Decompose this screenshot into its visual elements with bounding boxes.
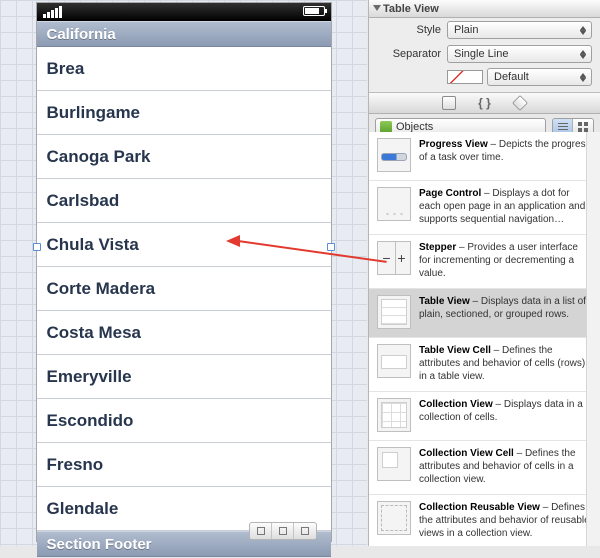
object-library[interactable]: Progress View – Depicts the progress of …	[369, 132, 600, 546]
align-tool-icon[interactable]	[250, 523, 272, 539]
signal-icon	[43, 6, 62, 18]
library-item[interactable]: Collection Reusable View – Defines the a…	[369, 495, 600, 546]
inspector-section-header[interactable]: Table View	[369, 0, 600, 18]
table-row[interactable]: Costa Mesa	[37, 311, 331, 355]
library-item-thumb	[377, 241, 411, 275]
style-popup[interactable]: Plain	[447, 21, 592, 39]
popup-arrows-icon	[577, 47, 589, 61]
popup-arrows-icon	[577, 70, 589, 84]
library-item-text: Table View Cell – Defines the attributes…	[419, 344, 592, 383]
separator-color-value: Default	[494, 71, 529, 83]
table-row[interactable]: Canoga Park	[37, 135, 331, 179]
file-templates-tab-icon[interactable]	[442, 96, 456, 110]
table-row[interactable]: Emeryville	[37, 355, 331, 399]
objects-tab-icon[interactable]	[512, 95, 528, 111]
separator-color-swatch[interactable]	[447, 70, 483, 84]
status-bar	[37, 3, 331, 21]
library-item[interactable]: Collection View – Displays data in a col…	[369, 392, 600, 441]
library-item-thumb	[377, 501, 411, 535]
pin-tool-icon[interactable]	[272, 523, 294, 539]
library-item-text: Stepper – Provides a user interface for …	[419, 241, 592, 280]
style-value: Plain	[454, 24, 478, 36]
selection-handle[interactable]	[33, 243, 41, 251]
library-item[interactable]: Stepper – Provides a user interface for …	[369, 235, 600, 289]
table-row[interactable]: Chula Vista	[37, 223, 331, 267]
table-row[interactable]: Brea	[37, 47, 331, 91]
separator-value: Single Line	[454, 48, 508, 60]
library-item-text: Progress View – Depicts the progress of …	[419, 138, 592, 172]
library-item-thumb	[377, 138, 411, 172]
resolve-tool-icon[interactable]	[294, 523, 316, 539]
code-snippets-tab-icon[interactable]: { }	[478, 96, 491, 110]
section-header: California	[37, 21, 331, 47]
library-item-text: Page Control – Displays a dot for each o…	[419, 187, 592, 226]
cube-icon	[380, 121, 392, 133]
battery-icon	[303, 6, 325, 16]
library-item[interactable]: Collection View Cell – Defines the attri…	[369, 441, 600, 495]
table-row[interactable]: Escondido	[37, 399, 331, 443]
iphone-simulator-frame[interactable]: California BreaBurlingameCanoga ParkCarl…	[36, 2, 332, 542]
separator-color-popup[interactable]: Default	[487, 68, 592, 86]
library-item[interactable]: Table View Cell – Defines the attributes…	[369, 338, 600, 392]
table-row[interactable]: Carlsbad	[37, 179, 331, 223]
library-item-text: Collection Reusable View – Defines the a…	[419, 501, 592, 540]
library-item-thumb	[377, 344, 411, 378]
popup-arrows-icon	[577, 23, 589, 37]
style-label: Style	[369, 24, 441, 36]
inspector-panel: Table View Style Plain Separator Single …	[368, 0, 600, 546]
library-item-thumb	[377, 295, 411, 329]
scrollbar[interactable]	[586, 132, 600, 546]
library-item-text: Table View – Displays data in a list of …	[419, 295, 592, 329]
library-tabbar: { }	[369, 92, 600, 114]
library-item-thumb	[377, 187, 411, 221]
selection-handle[interactable]	[327, 243, 335, 251]
separator-popup[interactable]: Single Line	[447, 45, 592, 63]
library-item-thumb	[377, 447, 411, 481]
separator-label: Separator	[369, 48, 441, 60]
library-item[interactable]: Page Control – Displays a dot for each o…	[369, 181, 600, 235]
library-item-text: Collection View – Displays data in a col…	[419, 398, 592, 432]
table-row[interactable]: Corte Madera	[37, 267, 331, 311]
interface-builder-canvas[interactable]: California BreaBurlingameCanoga ParkCarl…	[0, 0, 367, 546]
library-item[interactable]: Progress View – Depicts the progress of …	[369, 132, 600, 181]
objects-filter-value: Objects	[396, 121, 433, 133]
library-item-text: Collection View Cell – Defines the attri…	[419, 447, 592, 486]
canvas-layout-toolbar[interactable]	[249, 522, 317, 540]
library-item[interactable]: Table View – Displays data in a list of …	[369, 289, 600, 338]
drag-arrow-head	[226, 235, 240, 247]
table-row[interactable]: Fresno	[37, 443, 331, 487]
library-item-thumb	[377, 398, 411, 432]
table-row[interactable]: Burlingame	[37, 91, 331, 135]
